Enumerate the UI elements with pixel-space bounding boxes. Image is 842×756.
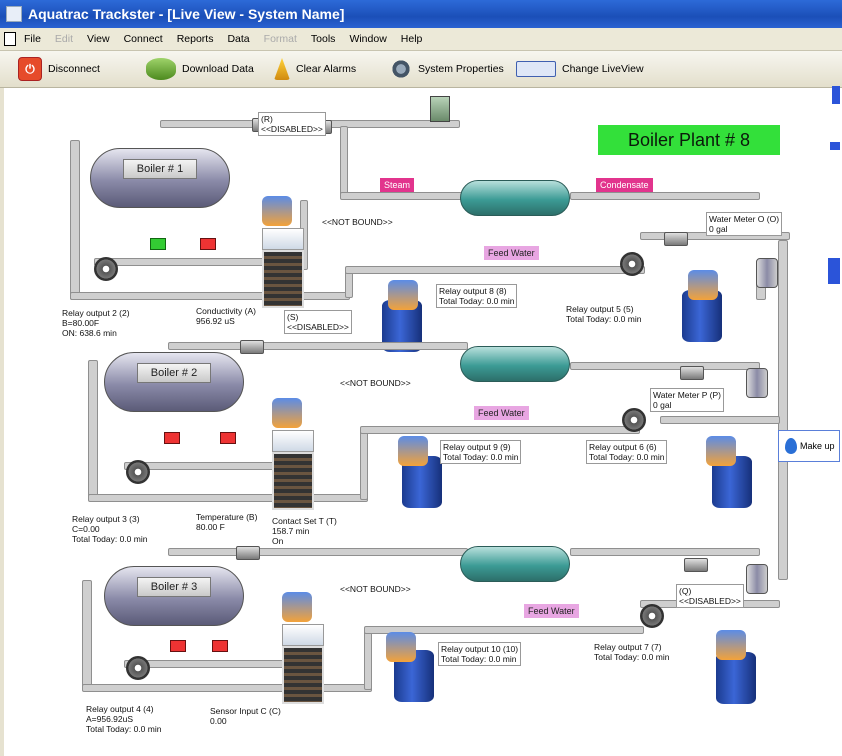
menu-reports[interactable]: Reports — [177, 33, 214, 45]
download-data-button[interactable]: Download Data — [146, 57, 254, 81]
live-view-canvas — [0, 88, 842, 756]
title-bar: Aquatrac Trackster - [Live View - System… — [0, 0, 842, 28]
clear-alarms-label: Clear Alarms — [296, 63, 357, 75]
menu-bar: File Edit View Connect Reports Data Form… — [0, 28, 842, 51]
menu-file[interactable]: File — [24, 33, 41, 45]
gear-icon — [390, 58, 412, 80]
disconnect-label: Disconnect — [48, 63, 100, 75]
download-label: Download Data — [182, 63, 254, 75]
window-title: Aquatrac Trackster - [Live View - System… — [28, 6, 345, 22]
change-liveview-label: Change LiveView — [562, 63, 644, 75]
toolbar: ⏻ Disconnect Download Data Clear Alarms … — [0, 51, 842, 88]
document-icon[interactable] — [4, 32, 16, 46]
system-properties-label: System Properties — [418, 63, 504, 75]
menu-window[interactable]: Window — [349, 33, 386, 45]
power-icon: ⏻ — [18, 57, 42, 81]
menu-tools[interactable]: Tools — [311, 33, 336, 45]
menu-data[interactable]: Data — [227, 33, 249, 45]
menu-help[interactable]: Help — [401, 33, 423, 45]
disconnect-button[interactable]: ⏻ Disconnect — [18, 57, 100, 81]
menu-edit: Edit — [54, 33, 74, 45]
system-properties-button[interactable]: System Properties — [390, 57, 504, 81]
app-icon — [6, 6, 22, 22]
menu-connect[interactable]: Connect — [124, 33, 163, 45]
download-icon — [146, 58, 176, 80]
alarm-icon — [274, 58, 290, 80]
change-liveview-button[interactable]: Change LiveView — [516, 57, 644, 81]
clear-alarms-button[interactable]: Clear Alarms — [274, 57, 356, 81]
menu-format: Format — [263, 33, 297, 45]
liveview-icon — [516, 61, 556, 77]
menu-view[interactable]: View — [87, 33, 110, 45]
